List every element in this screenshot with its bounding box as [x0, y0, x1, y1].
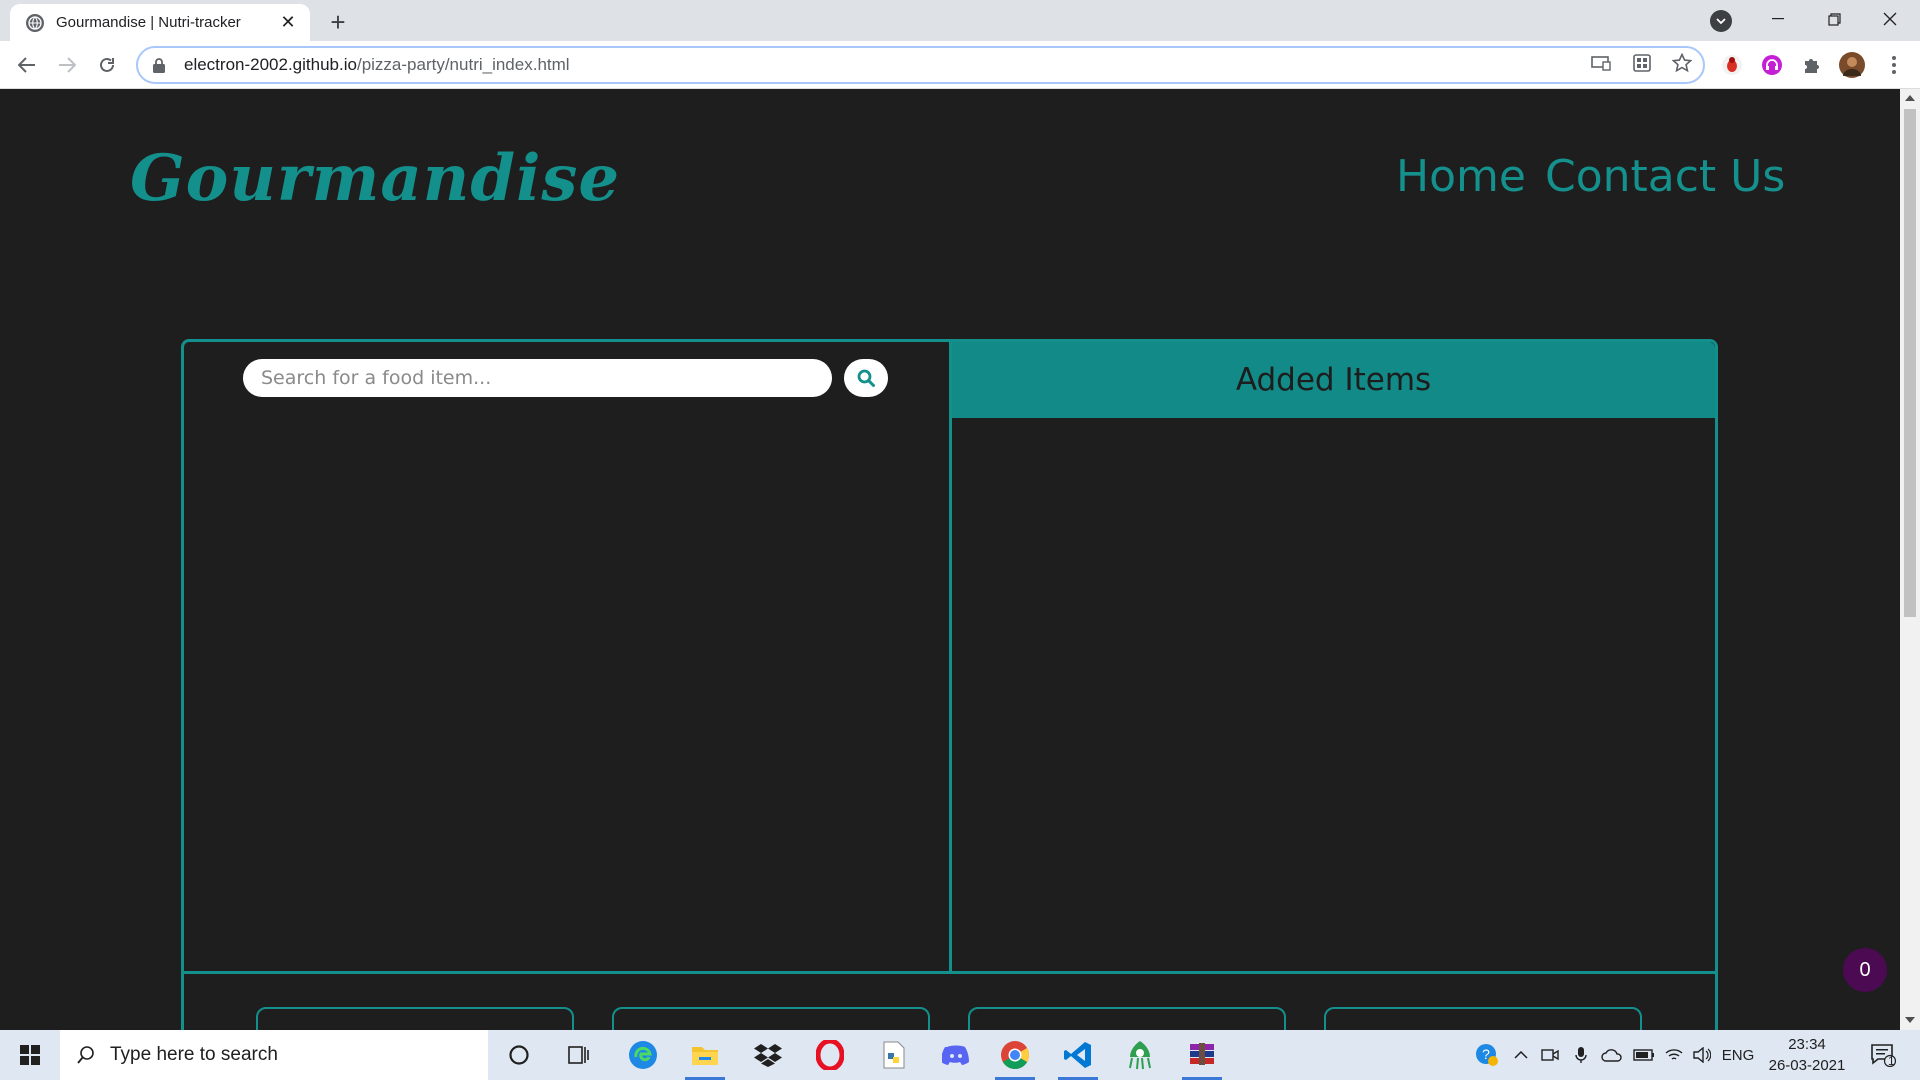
- site-logo[interactable]: Gourmandise: [130, 141, 620, 216]
- search-icon: [857, 369, 875, 387]
- taskbar: Type here to search ? ENG 23:34 26-03-20…: [0, 1030, 1920, 1080]
- profile-avatar[interactable]: [1838, 51, 1866, 79]
- url-text: electron-2002.github.io/pizza-party/nutr…: [184, 55, 570, 75]
- panel-divider-vertical: [949, 342, 952, 971]
- tab-title: Gourmandise | Nutri-tracker: [56, 14, 241, 31]
- added-items-title: Added Items: [1235, 362, 1432, 398]
- scroll-down-arrow[interactable]: [1905, 1017, 1915, 1023]
- volume-icon[interactable]: [1689, 1030, 1715, 1080]
- menu-kebab-icon[interactable]: [1880, 51, 1908, 79]
- tracker-panel: Added Items: [181, 339, 1718, 1030]
- browser-tab[interactable]: Gourmandise | Nutri-tracker ✕: [10, 4, 310, 41]
- globe-icon: [26, 13, 44, 32]
- taskbar-search-box[interactable]: Type here to search: [60, 1030, 488, 1080]
- nutrient-card: [968, 1007, 1286, 1030]
- url-domain: electron-2002.github.io: [184, 55, 357, 74]
- reload-button[interactable]: [93, 51, 121, 79]
- nav-contact-link[interactable]: Contact Us: [1545, 151, 1785, 202]
- search-button[interactable]: [844, 359, 888, 397]
- clock-time: 23:34: [1788, 1036, 1826, 1053]
- chrome-icon[interactable]: [987, 1030, 1043, 1080]
- clock-date: 26-03-2021: [1768, 1057, 1846, 1074]
- wifi-icon[interactable]: [1661, 1030, 1687, 1080]
- search-icon: [77, 1046, 94, 1064]
- battery-icon[interactable]: [1630, 1030, 1658, 1080]
- scrollbar-thumb[interactable]: [1904, 109, 1916, 617]
- close-window-button[interactable]: [1862, 0, 1918, 38]
- panel-divider-horizontal: [184, 971, 1715, 974]
- system-clock[interactable]: 23:34 26-03-2021: [1767, 1034, 1847, 1076]
- item-count-badge[interactable]: 0: [1843, 948, 1887, 992]
- back-button[interactable]: [13, 51, 41, 79]
- lock-icon: [153, 58, 165, 73]
- address-bar[interactable]: electron-2002.github.io/pizza-party/nutr…: [136, 46, 1705, 84]
- language-indicator[interactable]: ENG: [1718, 1030, 1758, 1080]
- edge-icon[interactable]: [615, 1030, 671, 1080]
- reload-icon: [100, 57, 114, 72]
- dropbox-icon[interactable]: [740, 1030, 796, 1080]
- notification-count: 1: [1888, 1054, 1895, 1068]
- onedrive-icon[interactable]: [1598, 1030, 1626, 1080]
- tab-strip: Gourmandise | Nutri-tracker ✕ +: [0, 0, 1920, 41]
- microphone-icon[interactable]: [1568, 1030, 1594, 1080]
- food-search-input[interactable]: [243, 359, 832, 397]
- scroll-up-arrow[interactable]: [1905, 95, 1915, 101]
- headset-extension-icon[interactable]: [1758, 51, 1786, 79]
- added-items-header: Added Items: [952, 342, 1715, 418]
- chevron-up-icon[interactable]: [1508, 1030, 1534, 1080]
- minimize-button[interactable]: [1750, 0, 1806, 38]
- nutrient-card: [612, 1007, 930, 1030]
- star-icon[interactable]: [1668, 49, 1696, 77]
- start-button[interactable]: [0, 1030, 60, 1080]
- new-tab-button[interactable]: +: [324, 7, 352, 37]
- arrow-left-icon: [18, 57, 35, 73]
- extensions-puzzle-icon[interactable]: [1798, 51, 1826, 79]
- video-camera-icon[interactable]: [1537, 1030, 1563, 1080]
- cortana-icon[interactable]: [491, 1030, 547, 1080]
- cast-icon[interactable]: [1587, 49, 1615, 77]
- notification-center-button[interactable]: 1: [1862, 1030, 1904, 1080]
- taskbar-search-placeholder: Type here to search: [110, 1044, 278, 1065]
- page-viewport: Gourmandise Home Contact Us Added Items …: [0, 89, 1900, 1030]
- chevron-down-icon: [1716, 18, 1726, 25]
- discord-icon[interactable]: [928, 1030, 984, 1080]
- qr-code-icon[interactable]: [1628, 49, 1656, 77]
- opera-icon[interactable]: [802, 1030, 858, 1080]
- winrar-icon[interactable]: [1174, 1030, 1230, 1080]
- nav-home-link[interactable]: Home: [1396, 151, 1526, 202]
- page-scrollbar[interactable]: [1900, 89, 1920, 1030]
- arrow-right-icon: [59, 57, 76, 73]
- python-file-icon[interactable]: [866, 1030, 922, 1080]
- added-items-list: [954, 418, 1717, 971]
- bug-extension-icon[interactable]: [1718, 51, 1746, 79]
- task-view-icon[interactable]: [551, 1030, 607, 1080]
- browser-toolbar: electron-2002.github.io/pizza-party/nutr…: [0, 41, 1920, 89]
- vscode-icon[interactable]: [1050, 1030, 1106, 1080]
- tab-search-button[interactable]: [1710, 10, 1732, 32]
- forward-button[interactable]: [53, 51, 81, 79]
- help-icon[interactable]: ?: [1470, 1030, 1504, 1080]
- url-path: /pizza-party/nutri_index.html: [356, 55, 570, 74]
- nutrient-card: [1324, 1007, 1642, 1030]
- nutrient-card: [256, 1007, 574, 1030]
- windows-icon: [20, 1045, 40, 1065]
- tab-close-icon[interactable]: ✕: [278, 12, 298, 33]
- restore-button[interactable]: [1806, 0, 1862, 38]
- git-kraken-icon[interactable]: [1112, 1030, 1168, 1080]
- file-explorer-icon[interactable]: [677, 1030, 733, 1080]
